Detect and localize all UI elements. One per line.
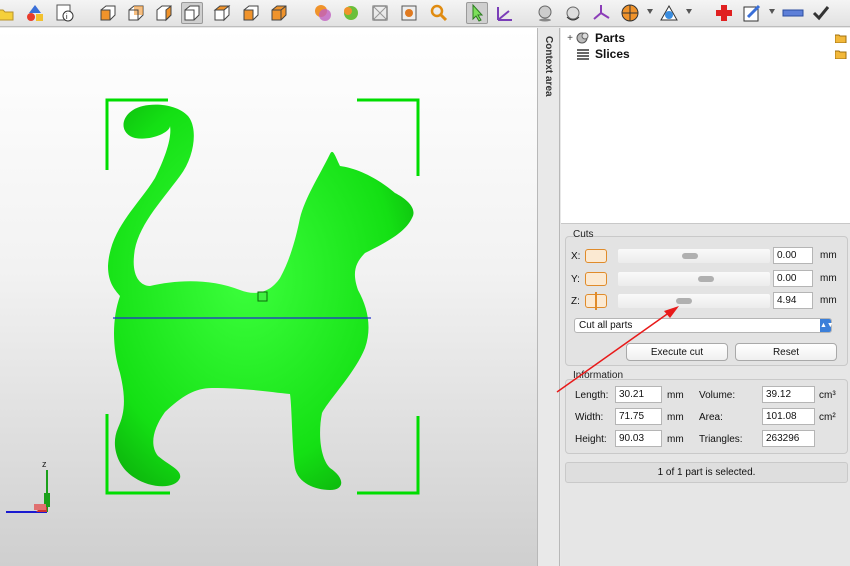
reset-button[interactable]: Reset — [735, 343, 837, 361]
slider-knob[interactable] — [698, 276, 714, 282]
check-icon[interactable] — [810, 2, 832, 24]
cuts-title: Cuts — [573, 229, 594, 240]
cut-z-field[interactable]: 4.94 — [773, 292, 813, 309]
select-arrows-icon[interactable]: ▲▼ — [820, 319, 834, 332]
slice-icon[interactable] — [741, 2, 763, 24]
slider-knob[interactable] — [682, 253, 698, 259]
view-back-icon[interactable] — [125, 2, 147, 24]
execute-cut-button[interactable]: Execute cut — [626, 343, 728, 361]
cut-row-y: Y: — [571, 270, 607, 288]
object-tree: + Parts Slices — [561, 28, 850, 224]
add-icon[interactable] — [713, 2, 735, 24]
volume-unit: cm³ — [819, 390, 836, 401]
context-area-tab[interactable]: Context area — [537, 28, 560, 566]
cut-row-z: Z: — [571, 292, 607, 310]
height-field: 90.03 — [615, 430, 662, 447]
cut-mode-value: Cut all parts — [579, 320, 633, 331]
width-unit: mm — [667, 412, 684, 423]
cut-x-field[interactable]: 0.00 — [773, 247, 813, 264]
cut-y-field[interactable]: 0.00 — [773, 270, 813, 287]
selection-status: 1 of 1 part is selected. — [565, 462, 848, 483]
axis-z-label: z — [42, 459, 47, 469]
move-icon[interactable] — [494, 2, 516, 24]
cut-y-slider[interactable] — [618, 272, 770, 286]
cut-z-slider[interactable] — [618, 294, 770, 308]
area-field: 101.08 — [762, 408, 815, 425]
length-label: Length: — [575, 390, 609, 401]
view-right-icon[interactable] — [181, 2, 203, 24]
shading-icon[interactable] — [312, 2, 334, 24]
slider-knob[interactable] — [676, 298, 692, 304]
length-field: 30.21 — [615, 386, 662, 403]
scene: z — [6, 98, 420, 513]
support-icon[interactable] — [658, 2, 680, 24]
axes-icon[interactable] — [590, 2, 612, 24]
view-top-icon[interactable] — [211, 2, 233, 24]
cut-plane-z-icon[interactable] — [585, 292, 607, 310]
points-icon[interactable] — [398, 2, 420, 24]
wireframe-icon[interactable] — [369, 2, 391, 24]
cut-plane-y-icon[interactable] — [585, 272, 607, 286]
ruler-icon[interactable] — [782, 2, 804, 24]
tree-item-slices[interactable]: Slices — [565, 46, 630, 62]
cut-y-label: Y: — [571, 273, 580, 285]
parts-icon — [576, 32, 589, 44]
length-unit: mm — [667, 390, 684, 401]
area-unit: cm² — [819, 412, 836, 423]
cut-x-unit: mm — [820, 250, 837, 261]
app-window: i z Context area + Parts Slices Cuts X: … — [0, 0, 850, 566]
expand-icon[interactable]: + — [565, 33, 575, 44]
width-label: Width: — [575, 412, 604, 423]
right-panel: + Parts Slices Cuts X: 0.00 mm Y: 0.00 m… — [561, 28, 850, 566]
add-shapes-icon[interactable] — [24, 2, 46, 24]
cut-x-label: X: — [571, 250, 581, 262]
context-area-label: Context area — [543, 36, 554, 97]
information-title: Information — [573, 370, 624, 381]
select-icon[interactable] — [466, 2, 488, 24]
cut-mode-select[interactable]: Cut all parts ▲▼ — [574, 318, 834, 333]
view-left-icon[interactable] — [153, 2, 175, 24]
measure-icon[interactable]: i — [54, 2, 76, 24]
color-dropdown-icon[interactable] — [647, 9, 653, 14]
open-file-icon[interactable] — [0, 2, 16, 24]
support-dropdown-icon[interactable] — [686, 9, 692, 14]
sphere-icon[interactable] — [534, 2, 556, 24]
axes-triad: z — [6, 459, 50, 513]
color-icon[interactable] — [619, 2, 641, 24]
tree-label-slices: Slices — [595, 47, 630, 61]
cut-z-unit: mm — [820, 295, 837, 306]
height-label: Height: — [575, 434, 607, 445]
cut-x-slider[interactable] — [618, 249, 770, 263]
view-iso-icon[interactable] — [268, 2, 290, 24]
slice-dropdown-icon[interactable] — [769, 9, 775, 14]
selection-handle[interactable] — [257, 291, 268, 302]
zoom-icon[interactable] — [428, 2, 450, 24]
volume-field: 39.12 — [762, 386, 815, 403]
slices-icon — [577, 49, 589, 60]
cut-z-label: Z: — [571, 295, 580, 307]
texture-icon[interactable] — [340, 2, 362, 24]
width-field: 71.75 — [615, 408, 662, 425]
folder-open-icon[interactable] — [835, 33, 847, 43]
area-label: Area: — [699, 412, 723, 423]
folder-open-icon[interactable] — [835, 49, 847, 59]
3d-viewport[interactable]: z — [0, 28, 537, 566]
cut-row-x: X: — [571, 247, 607, 265]
rotate-icon[interactable] — [562, 2, 584, 24]
triangles-label: Triangles: — [699, 434, 743, 445]
cut-plane-x-icon[interactable] — [585, 249, 607, 263]
tree-label-parts: Parts — [595, 31, 626, 45]
main-toolbar: i — [0, 0, 850, 27]
triangles-field: 263296 — [762, 430, 815, 447]
volume-label: Volume: — [699, 390, 736, 401]
view-bottom-icon[interactable] — [240, 2, 262, 24]
cut-y-unit: mm — [820, 273, 837, 284]
height-unit: mm — [667, 434, 684, 445]
view-front-icon[interactable] — [97, 2, 119, 24]
tree-item-parts[interactable]: + Parts — [565, 30, 625, 46]
